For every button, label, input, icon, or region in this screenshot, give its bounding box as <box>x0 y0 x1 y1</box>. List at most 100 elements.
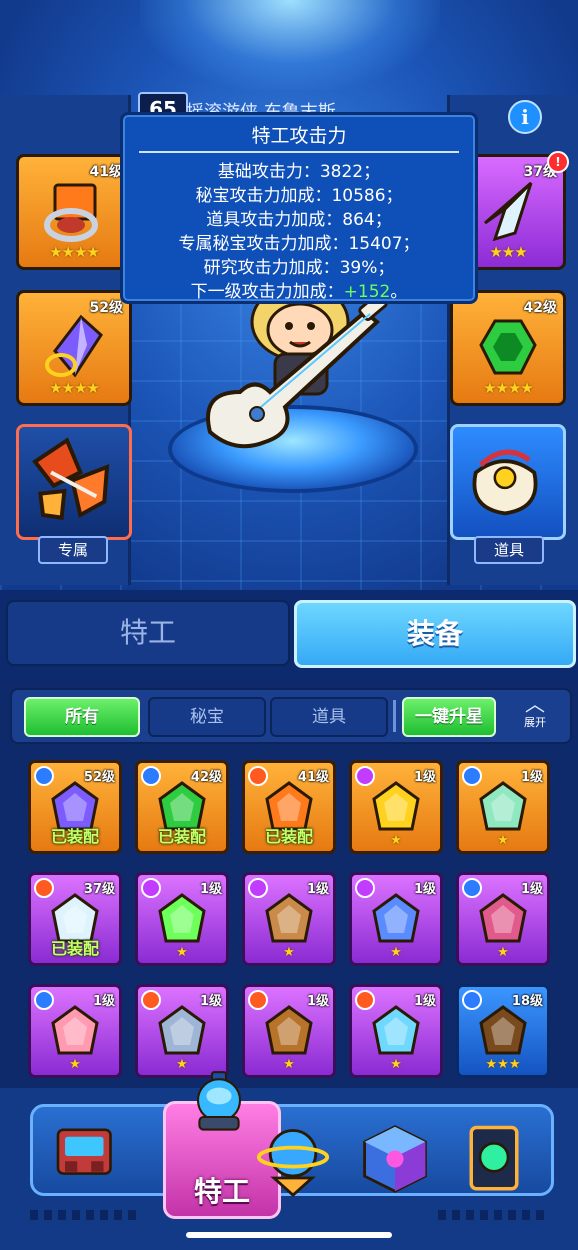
item-level: 1级 <box>306 882 329 897</box>
robot-base-icon <box>56 1128 112 1175</box>
item-stars: ★ <box>390 833 402 848</box>
inventory-item[interactable]: 42级 已装配 <box>135 760 229 854</box>
item-level: 1级 <box>199 882 222 897</box>
row-value: 3822； <box>319 162 381 182</box>
item-art-icon <box>479 893 527 943</box>
item-level: 1级 <box>306 994 329 1009</box>
item-stars: ★★★ <box>485 1057 521 1072</box>
tab-equipment[interactable]: 装备 <box>294 600 576 668</box>
alert-icon: ! <box>547 151 569 173</box>
expand-label: 展开 <box>524 716 546 729</box>
slot-stars: ★★★★ <box>49 379 100 397</box>
item-level: 37级 <box>83 882 115 897</box>
nav-planet-button[interactable] <box>255 1121 335 1201</box>
inventory-item[interactable]: 1级 ★ <box>456 872 550 966</box>
filter-item-button[interactable]: 道具 <box>270 697 388 737</box>
item-stars: ★ <box>390 1057 402 1072</box>
inventory-item[interactable]: 1级 ★ <box>242 984 336 1078</box>
tooltip-row-item: 道具攻击力加成：864； <box>123 205 475 230</box>
inventory-item[interactable]: 1级 ★ <box>135 872 229 966</box>
item-level: 1级 <box>413 994 436 1009</box>
slot-stars: ★★★★ <box>49 243 100 261</box>
tooltip-row-exclusive: 专属秘宝攻击力加成：15407； <box>123 229 475 254</box>
upgrade-all-button[interactable]: 一键升星 <box>402 697 496 737</box>
item-art-icon <box>479 781 527 831</box>
item-art-icon <box>158 1005 206 1055</box>
equipped-slot-left-1[interactable]: 41级 ★★★★ <box>16 154 132 270</box>
inventory-item[interactable]: 1级 ★ <box>135 984 229 1078</box>
equipped-badge: 已装配 <box>157 827 206 846</box>
bell-bag-icon <box>472 449 538 516</box>
nav-base-button[interactable] <box>51 1121 131 1201</box>
inventory-item[interactable]: 41级 已装配 <box>242 760 336 854</box>
row-value: 10586； <box>331 186 403 206</box>
equipped-slot-right-2[interactable]: 42级 ★★★★ <box>450 290 566 406</box>
item-art-icon <box>158 893 206 943</box>
tooltip-row-research: 研究攻击力加成：39%； <box>123 253 475 278</box>
slot-level: 52级 <box>89 300 123 316</box>
tooltip-row-next-level: 下一级攻击力加成：+152。 <box>123 277 475 302</box>
item-stars: ★ <box>283 945 295 960</box>
row-label: 基础攻击力： <box>217 162 320 182</box>
item-stars: ★ <box>497 833 509 848</box>
tooltip-row-base: 基础攻击力：3822； <box>123 157 475 182</box>
info-button[interactable]: i <box>508 100 542 134</box>
inventory-item[interactable]: 1级 ★ <box>456 760 550 854</box>
bottom-navigation: 特工 <box>0 1071 578 1250</box>
item-level: 1级 <box>92 994 115 1009</box>
filter-bar: 所有 秘宝 道具 一键升星 ︿ 展开 <box>10 688 572 744</box>
item-level: 1级 <box>520 770 543 785</box>
ring-scroll-icon <box>44 183 98 242</box>
item-stars: ★ <box>69 1057 81 1072</box>
agent-helmet-icon <box>196 1071 242 1131</box>
nav-bar: 特工 <box>30 1071 554 1219</box>
rocker-character <box>206 282 388 449</box>
expand-button[interactable]: ︿ 展开 <box>510 694 560 736</box>
row-suffix: 。 <box>390 282 408 302</box>
equipped-slot-left-2[interactable]: 52级 ★★★★ <box>16 290 132 406</box>
row-label: 研究攻击力加成： <box>203 258 340 278</box>
item-art-icon <box>372 1005 420 1055</box>
slot-stars: ★★★★ <box>483 379 534 397</box>
exclusive-slot[interactable] <box>16 424 132 540</box>
slot-level: 42级 <box>523 300 557 316</box>
emerald-icon <box>479 319 537 375</box>
attack-tooltip: 特工攻击力 基础攻击力：3822； 秘宝攻击力加成：10586； 道具攻击力加成… <box>120 112 478 304</box>
home-indicator <box>186 1232 392 1238</box>
inventory-item[interactable]: 1级 ★ <box>242 872 336 966</box>
filter-treasure-button[interactable]: 秘宝 <box>148 697 266 737</box>
item-level: 1级 <box>413 882 436 897</box>
decor-stripes-left <box>30 1210 140 1220</box>
ice-shard-icon <box>484 181 533 242</box>
row-label: 秘宝攻击力加成： <box>195 186 332 206</box>
equipped-badge: 已装配 <box>264 827 313 846</box>
row-value: 15407； <box>348 234 420 254</box>
inventory-item[interactable]: 1级 ★ <box>349 760 443 854</box>
item-stars: ★ <box>497 945 509 960</box>
tooltip-row-treasure: 秘宝攻击力加成：10586； <box>123 181 475 206</box>
inventory-item[interactable]: 18级 ★★★ <box>456 984 550 1078</box>
nav-device-button[interactable] <box>459 1121 539 1201</box>
item-level: 1级 <box>413 770 436 785</box>
inventory-item[interactable]: 37级 已装配 <box>28 872 122 966</box>
item-art-icon <box>479 1005 527 1055</box>
inventory-item[interactable]: 52级 已装配 <box>28 760 122 854</box>
nav-cube-button[interactable] <box>357 1121 437 1201</box>
item-label: 道具 <box>474 536 544 564</box>
planet-icon <box>256 1129 330 1198</box>
filter-all-button[interactable]: 所有 <box>24 697 140 737</box>
row-label: 下一级攻击力加成： <box>190 282 344 302</box>
tooltip-divider <box>139 151 459 153</box>
item-art-icon <box>372 893 420 943</box>
inventory-item[interactable]: 1级 ★ <box>28 984 122 1078</box>
inventory-item[interactable]: 1级 ★ <box>349 984 443 1078</box>
item-level: 18级 <box>511 994 543 1009</box>
inventory-item[interactable]: 1级 ★ <box>349 872 443 966</box>
tab-agent[interactable]: 特工 <box>6 600 290 666</box>
equipped-badge: 已装配 <box>50 827 99 846</box>
item-level: 1级 <box>520 882 543 897</box>
item-stars: ★ <box>390 945 402 960</box>
item-slot[interactable] <box>450 424 566 540</box>
filter-divider <box>393 700 396 732</box>
decor-stripes-right <box>438 1210 548 1220</box>
